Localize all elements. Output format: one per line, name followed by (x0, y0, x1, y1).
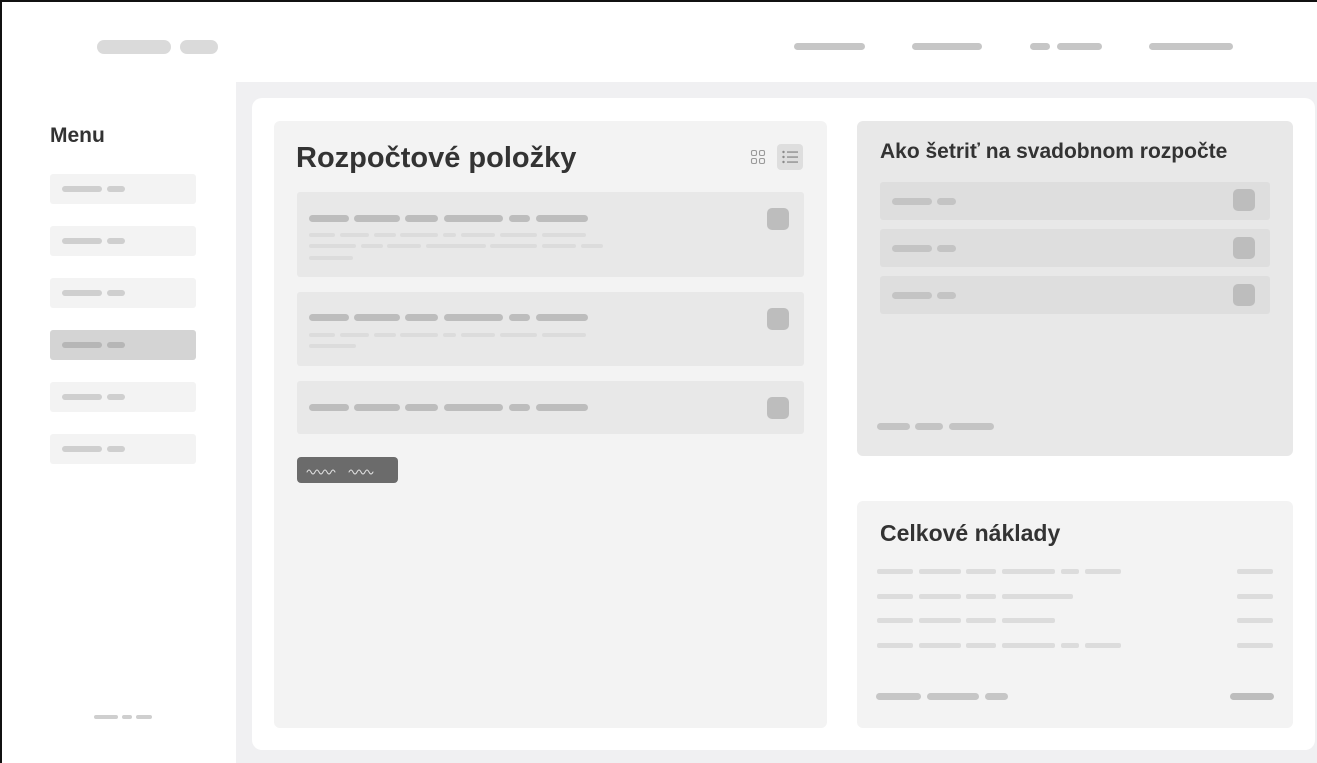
top-nav-link-2[interactable] (912, 43, 982, 50)
add-budget-item-button[interactable] (297, 457, 398, 483)
tip-item-label-suffix (937, 245, 956, 252)
top-nav-link-4[interactable] (1149, 43, 1233, 50)
budget-item-card[interactable] (297, 292, 804, 366)
tip-item-label (892, 198, 932, 205)
cost-row-amount (1237, 569, 1273, 574)
top-nav-link-3[interactable] (1057, 43, 1102, 50)
handwritten-label-scribble (306, 469, 374, 475)
tip-item-button[interactable] (1233, 237, 1255, 259)
sidebar-item-4-active[interactable] (50, 330, 196, 360)
sidebar-item-3[interactable] (50, 278, 196, 308)
tip-item-label (892, 292, 932, 299)
budget-item-action-button[interactable] (767, 308, 789, 330)
logo-secondary (180, 40, 218, 54)
top-nav-link-1[interactable] (794, 43, 865, 50)
tip-item-label-suffix (937, 198, 956, 205)
total-costs-summary-amount (1230, 693, 1274, 700)
total-costs-title: Celkové náklady (880, 520, 1061, 546)
page-title: Rozpočtové položky (296, 142, 577, 174)
tip-item-label-suffix (937, 292, 956, 299)
sidebar-item-1[interactable] (50, 174, 196, 204)
budget-item-action-button[interactable] (767, 397, 789, 419)
list-view-toggle[interactable] (777, 144, 803, 170)
top-nav-link-3-prefix[interactable] (1030, 43, 1050, 50)
budget-item-action-button[interactable] (767, 208, 789, 230)
list-icon (782, 150, 798, 164)
sidebar-item-6[interactable] (50, 434, 196, 464)
cost-row-amount (1237, 643, 1273, 648)
cost-row-amount (1237, 618, 1273, 623)
tip-item-button[interactable] (1233, 189, 1255, 211)
tips-title: Ako šetriť na svadobnom rozpočte (880, 140, 1228, 163)
sidebar-item-2[interactable] (50, 226, 196, 256)
grid-view-toggle[interactable] (745, 144, 771, 170)
tip-item-label (892, 245, 932, 252)
sidebar-title: Menu (50, 124, 105, 147)
tip-item-button[interactable] (1233, 284, 1255, 306)
grid-icon (750, 149, 766, 165)
logo[interactable] (97, 40, 171, 54)
sidebar-item-5[interactable] (50, 382, 196, 412)
cost-row-amount (1237, 594, 1273, 599)
